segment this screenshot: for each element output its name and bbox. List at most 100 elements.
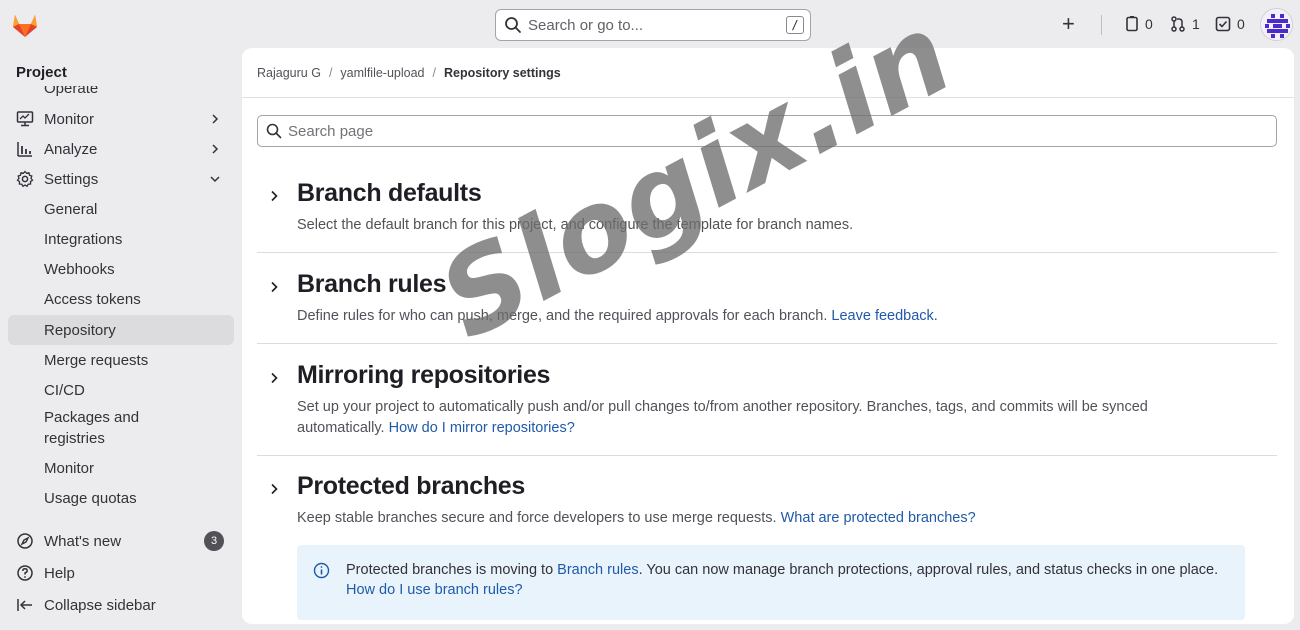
divider bbox=[242, 97, 1294, 98]
section-description-text: Define rules for who can push, merge, an… bbox=[297, 308, 828, 324]
whats-new-button[interactable]: What's new 3 bbox=[8, 526, 234, 556]
global-search-input[interactable]: Search or go to... / bbox=[495, 9, 811, 41]
chevron-down-icon bbox=[210, 176, 220, 183]
chevron-right-icon[interactable] bbox=[267, 280, 281, 294]
keyboard-shortcut-hint: / bbox=[786, 16, 804, 34]
divider bbox=[1101, 15, 1102, 35]
issues-button[interactable]: 0 bbox=[1125, 16, 1153, 32]
sidebar-subitem-packages-registries[interactable]: Packages and registries bbox=[8, 405, 234, 451]
sidebar-subitem-merge-requests[interactable]: Merge requests bbox=[8, 345, 234, 375]
chart-icon bbox=[17, 142, 32, 157]
section-branch-defaults: Branch defaults Select the default branc… bbox=[257, 179, 1277, 253]
section-title[interactable]: Protected branches bbox=[297, 472, 525, 501]
main-panel: Rajaguru G / yamlfile-upload / Repositor… bbox=[242, 48, 1294, 624]
sidebar-subitem-access-tokens[interactable]: Access tokens bbox=[8, 284, 234, 314]
section-protected-branches: Protected branches Keep stable branches … bbox=[257, 472, 1277, 532]
sidebar-subitem-repository[interactable]: Repository bbox=[8, 315, 234, 345]
user-avatar[interactable] bbox=[1260, 8, 1293, 41]
breadcrumb-current-page[interactable]: Repository settings bbox=[444, 66, 561, 80]
collapse-sidebar-label: Collapse sidebar bbox=[44, 596, 156, 614]
alert-message: Protected branches is moving to Branch r… bbox=[346, 560, 1226, 600]
chevron-right-icon bbox=[212, 144, 219, 154]
alert-text: . You can now manage branch protections,… bbox=[638, 562, 1219, 578]
chevron-right-icon[interactable] bbox=[267, 371, 281, 385]
sidebar-subitem-label: General bbox=[44, 200, 98, 218]
section-title[interactable]: Branch defaults bbox=[297, 179, 482, 208]
merge-request-icon bbox=[1171, 16, 1185, 32]
section-title[interactable]: Mirroring repositories bbox=[297, 361, 550, 390]
breadcrumb-project[interactable]: yamlfile-upload bbox=[340, 66, 424, 80]
gitlab-logo-icon[interactable] bbox=[10, 11, 40, 39]
divider bbox=[257, 455, 1277, 456]
sidebar-subitem-usage-quotas[interactable]: Usage quotas bbox=[8, 483, 234, 513]
sidebar-subitem-label: Packages and registries bbox=[44, 409, 140, 447]
chevron-right-icon bbox=[212, 114, 219, 124]
alert-text: Protected branches is moving to bbox=[346, 562, 558, 578]
compass-icon bbox=[17, 533, 33, 549]
section-description-text: Select the default branch for this proje… bbox=[297, 217, 854, 233]
sidebar: Project Operate Monitor Analyze Settings bbox=[0, 48, 242, 630]
collapse-icon bbox=[17, 599, 32, 611]
sidebar-title: Project bbox=[16, 64, 67, 81]
sidebar-subitem-label: Access tokens bbox=[44, 290, 141, 308]
breadcrumb-separator: / bbox=[328, 66, 333, 80]
chevron-right-icon[interactable] bbox=[267, 189, 281, 203]
sidebar-item-monitor[interactable]: Monitor bbox=[8, 104, 234, 134]
issues-count: 0 bbox=[1145, 16, 1153, 32]
section-description: Select the default branch for this proje… bbox=[297, 215, 1217, 236]
section-branch-rules: Branch rules Define rules for who can pu… bbox=[257, 270, 1277, 344]
protected-branches-help-link[interactable]: What are protected branches? bbox=[781, 510, 976, 526]
sidebar-item-label: Analyze bbox=[44, 140, 98, 158]
section-description: Keep stable branches secure and force de… bbox=[297, 508, 1217, 529]
merge-requests-button[interactable]: 1 bbox=[1170, 16, 1200, 32]
top-bar: Search or go to... / + 0 1 0 bbox=[0, 0, 1300, 48]
sidebar-item-label: Monitor bbox=[44, 110, 95, 128]
section-description: Define rules for who can push, merge, an… bbox=[297, 306, 1217, 327]
sidebar-subitem-general[interactable]: General bbox=[8, 194, 234, 224]
sidebar-subitem-label: Integrations bbox=[44, 230, 123, 248]
whats-new-count-badge: 3 bbox=[204, 531, 224, 551]
sidebar-subitem-integrations[interactable]: Integrations bbox=[8, 224, 234, 254]
divider bbox=[257, 343, 1277, 344]
sidebar-item-settings[interactable]: Settings bbox=[8, 164, 234, 194]
sidebar-item-label: Operate bbox=[44, 86, 99, 96]
todos-count: 0 bbox=[1237, 16, 1245, 32]
chevron-right-icon[interactable] bbox=[267, 482, 281, 496]
info-icon bbox=[313, 562, 330, 579]
sidebar-subitem-label: Monitor bbox=[44, 459, 95, 477]
sidebar-item-label: Settings bbox=[44, 170, 99, 188]
divider bbox=[257, 252, 1277, 253]
collapse-sidebar-button[interactable]: Collapse sidebar bbox=[8, 590, 234, 620]
sidebar-item-analyze[interactable]: Analyze bbox=[8, 134, 234, 164]
leave-feedback-link[interactable]: Leave feedback. bbox=[831, 308, 937, 324]
help-button[interactable]: Help bbox=[8, 558, 234, 588]
merge-requests-count: 1 bbox=[1192, 16, 1200, 32]
breadcrumb-separator: / bbox=[432, 66, 436, 80]
section-title[interactable]: Branch rules bbox=[297, 270, 447, 299]
search-placeholder: Search or go to... bbox=[528, 16, 644, 34]
search-page-placeholder: Search page bbox=[288, 122, 374, 140]
todo-icon bbox=[1215, 16, 1231, 32]
sidebar-subitem-webhooks[interactable]: Webhooks bbox=[8, 254, 234, 284]
search-page-input[interactable]: Search page bbox=[257, 115, 1277, 147]
mirror-repositories-help-link[interactable]: How do I mirror repositories? bbox=[389, 420, 575, 436]
breadcrumb-user[interactable]: Rajaguru G bbox=[257, 66, 321, 80]
branch-rules-help-link[interactable]: How do I use branch rules? bbox=[346, 582, 523, 598]
search-icon bbox=[505, 17, 521, 33]
sidebar-subitem-label: CI/CD bbox=[44, 381, 85, 399]
issues-icon bbox=[1126, 16, 1138, 32]
sidebar-subitem-cicd[interactable]: CI/CD bbox=[8, 375, 234, 405]
sidebar-subitem-label: Merge requests bbox=[44, 351, 149, 369]
sidebar-subitem-label: Repository bbox=[44, 321, 116, 339]
breadcrumb: Rajaguru G / yamlfile-upload / Repositor… bbox=[257, 66, 561, 80]
sidebar-subitem-label: Usage quotas bbox=[44, 489, 137, 507]
help-label: Help bbox=[44, 564, 75, 582]
todos-button[interactable]: 0 bbox=[1215, 16, 1245, 32]
branch-rules-link[interactable]: Branch rules bbox=[557, 562, 638, 578]
create-new-button[interactable]: + bbox=[1062, 13, 1075, 35]
help-icon bbox=[17, 565, 33, 581]
monitor-icon bbox=[16, 111, 34, 127]
sidebar-subitem-monitor[interactable]: Monitor bbox=[8, 453, 234, 483]
sidebar-item-operate[interactable]: Operate bbox=[0, 86, 242, 96]
section-description-text: Keep stable branches secure and force de… bbox=[297, 510, 777, 526]
